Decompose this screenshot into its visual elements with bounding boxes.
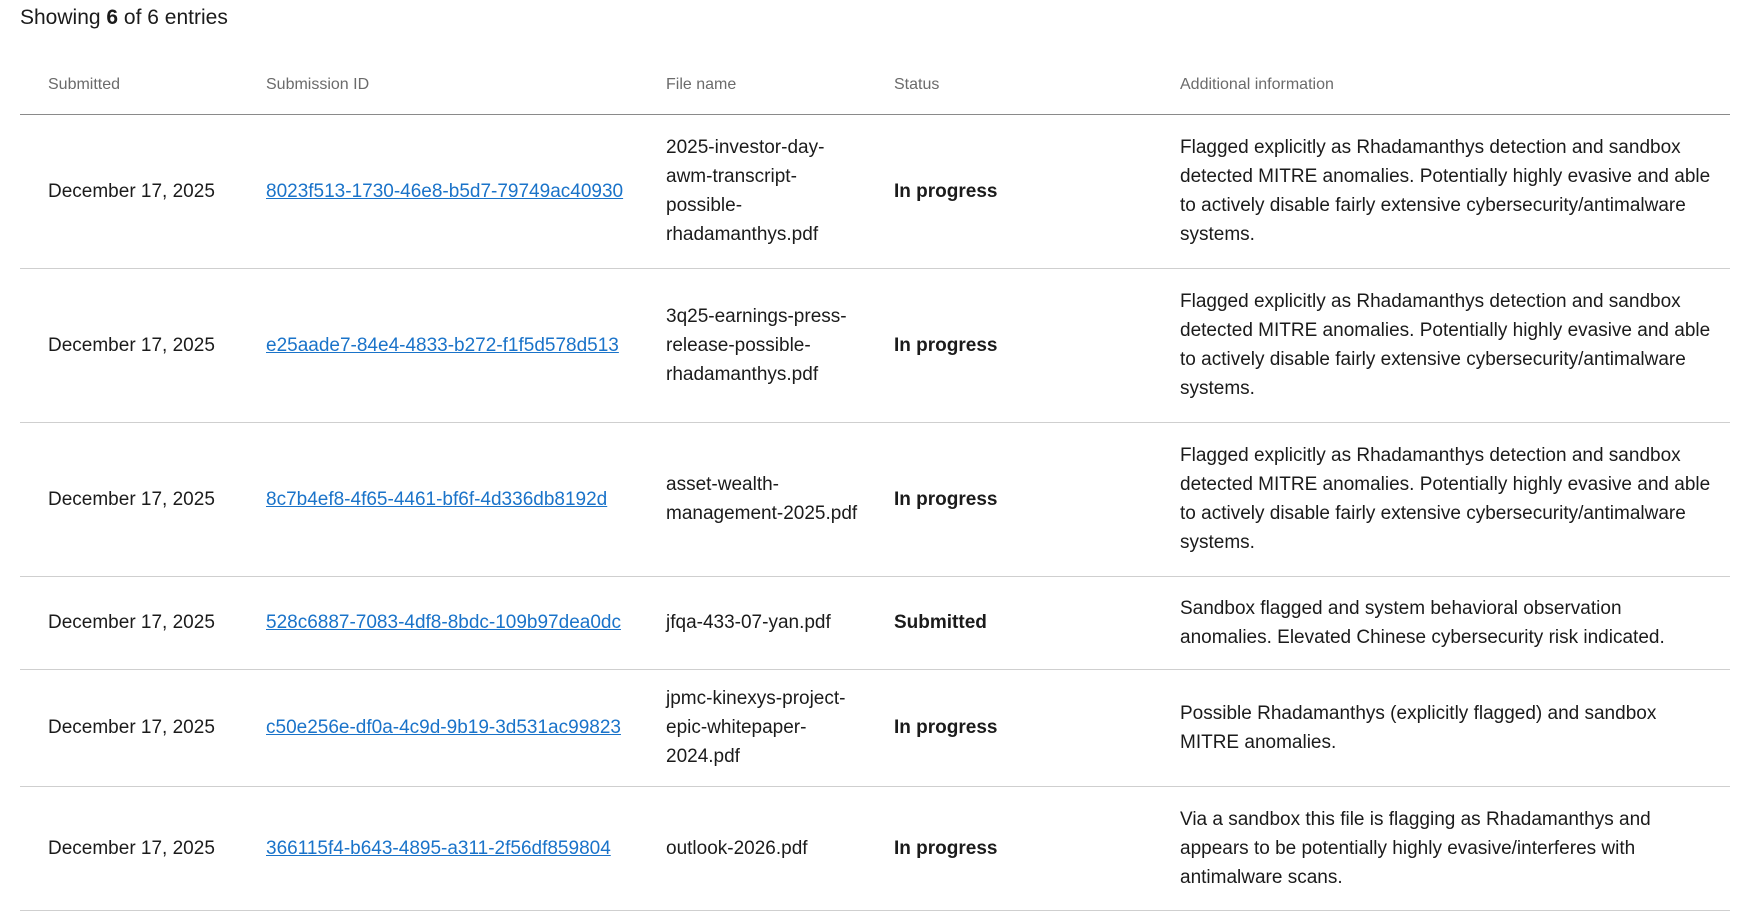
cell-status: In progress xyxy=(866,786,1152,911)
table-row: December 17, 2025 8023f513-1730-46e8-b5d… xyxy=(20,114,1730,269)
cell-additional-information: Flagged explicitly as Rhadamanthys detec… xyxy=(1152,268,1730,423)
cell-submitted: December 17, 2025 xyxy=(20,786,238,911)
cell-submission-id: c50e256e-df0a-4c9d-9b19-3d531ac99823 xyxy=(238,669,638,787)
table-header: Submitted Submission ID File name Status… xyxy=(20,66,1730,115)
table-row: December 17, 2025 528c6887-7083-4df8-8bd… xyxy=(20,576,1730,670)
table-row: December 17, 2025 e25aade7-84e4-4833-b27… xyxy=(20,268,1730,423)
header-submitted[interactable]: Submitted xyxy=(20,66,238,115)
summary-shown-count: 6 xyxy=(106,6,119,29)
cell-file-name: jfqa-433-07-yan.pdf xyxy=(638,576,866,670)
cell-status: In progress xyxy=(866,422,1152,577)
table-body: December 17, 2025 8023f513-1730-46e8-b5d… xyxy=(20,114,1730,911)
submission-id-link[interactable]: e25aade7-84e4-4833-b272-f1f5d578d513 xyxy=(266,335,619,356)
table-row: December 17, 2025 c50e256e-df0a-4c9d-9b1… xyxy=(20,669,1730,787)
cell-submitted: December 17, 2025 xyxy=(20,422,238,577)
cell-status: Submitted xyxy=(866,576,1152,670)
cell-submission-id: 528c6887-7083-4df8-8bdc-109b97dea0dc xyxy=(238,576,638,670)
summary-total-count: 6 xyxy=(147,6,159,29)
cell-additional-information: Sandbox flagged and system behavioral ob… xyxy=(1152,576,1730,670)
header-row: Submitted Submission ID File name Status… xyxy=(20,66,1730,115)
submission-id-link[interactable]: 366115f4-b643-4895-a311-2f56df859804 xyxy=(266,838,611,859)
cell-additional-information: Via a sandbox this file is flagging as R… xyxy=(1152,786,1730,911)
table-row: December 17, 2025 366115f4-b643-4895-a31… xyxy=(20,786,1730,911)
cell-submitted: December 17, 2025 xyxy=(20,114,238,269)
cell-submitted: December 17, 2025 xyxy=(20,576,238,670)
table-row: December 17, 2025 8c7b4ef8-4f65-4461-bf6… xyxy=(20,422,1730,577)
cell-submitted: December 17, 2025 xyxy=(20,268,238,423)
cell-file-name: outlook-2026.pdf xyxy=(638,786,866,911)
cell-status: In progress xyxy=(866,669,1152,787)
submissions-table: Submitted Submission ID File name Status… xyxy=(20,66,1730,911)
cell-submission-id: e25aade7-84e4-4833-b272-f1f5d578d513 xyxy=(238,268,638,423)
cell-submission-id: 8023f513-1730-46e8-b5d7-79749ac40930 xyxy=(238,114,638,269)
cell-submitted: December 17, 2025 xyxy=(20,669,238,787)
header-submission-id[interactable]: Submission ID xyxy=(238,66,638,115)
entries-summary: Showing 6 of 6 entries xyxy=(20,4,228,32)
summary-middle: of xyxy=(118,6,148,29)
summary-suffix: entries xyxy=(158,6,228,29)
cell-file-name: 3q25-earnings-press-release-possible-rha… xyxy=(638,268,866,423)
summary-prefix: Showing xyxy=(20,6,107,29)
cell-additional-information: Flagged explicitly as Rhadamanthys detec… xyxy=(1152,114,1730,269)
cell-status: In progress xyxy=(866,114,1152,269)
cell-file-name: 2025-investor-day-awm-transcript-possibl… xyxy=(638,114,866,269)
cell-status: In progress xyxy=(866,268,1152,423)
submissions-page: Showing 6 of 6 entries Submitted Submiss… xyxy=(0,0,1744,922)
cell-submission-id: 366115f4-b643-4895-a311-2f56df859804 xyxy=(238,786,638,911)
header-additional-information[interactable]: Additional information xyxy=(1152,66,1730,115)
cell-additional-information: Flagged explicitly as Rhadamanthys detec… xyxy=(1152,422,1730,577)
submission-id-link[interactable]: c50e256e-df0a-4c9d-9b19-3d531ac99823 xyxy=(266,717,621,738)
submission-id-link[interactable]: 8023f513-1730-46e8-b5d7-79749ac40930 xyxy=(266,181,623,202)
cell-file-name: asset-wealth-management-2025.pdf xyxy=(638,422,866,577)
cell-file-name: jpmc-kinexys-project-epic-whitepaper-202… xyxy=(638,669,866,787)
submission-id-link[interactable]: 8c7b4ef8-4f65-4461-bf6f-4d336db8192d xyxy=(266,489,607,510)
cell-additional-information: Possible Rhadamanthys (explicitly flagge… xyxy=(1152,669,1730,787)
cell-submission-id: 8c7b4ef8-4f65-4461-bf6f-4d336db8192d xyxy=(238,422,638,577)
header-status[interactable]: Status xyxy=(866,66,1152,115)
submission-id-link[interactable]: 528c6887-7083-4df8-8bdc-109b97dea0dc xyxy=(266,612,621,633)
header-file-name[interactable]: File name xyxy=(638,66,866,115)
